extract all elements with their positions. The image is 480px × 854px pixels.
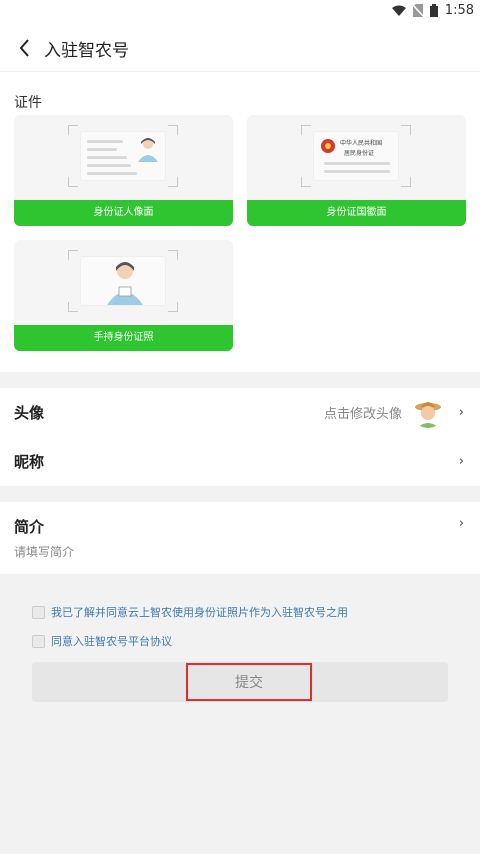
chevron-left-icon[interactable]: [14, 34, 38, 62]
id-front-card[interactable]: 身份证人像面: [14, 115, 233, 226]
id-front-illustration: [80, 131, 166, 181]
avatar-row-hint: 点击修改头像: [323, 407, 402, 422]
person-portrait-icon: [138, 138, 158, 162]
status-bar: 1:58: [0, 0, 480, 24]
id-back-illustration: 中华人民共和国 居民身份证: [313, 131, 399, 181]
battery-icon: [429, 4, 438, 17]
emblem-text-country: 中华人民共和国: [340, 140, 383, 147]
person-holding-id-icon: [107, 262, 143, 305]
id-front-label: 身份证人像面: [14, 200, 233, 226]
handheld-illustration: [80, 256, 166, 306]
submit-bar: 提交: [32, 662, 448, 702]
chevron-right-icon: ›: [458, 454, 464, 469]
section-divider: [0, 486, 480, 502]
chevron-right-icon: ›: [458, 516, 464, 531]
section-title: 证件: [14, 95, 42, 111]
chevron-right-icon: ›: [458, 405, 464, 420]
farmer-avatar-icon: [412, 396, 444, 428]
app-bar: 入驻智农号: [0, 24, 480, 72]
certificate-section: 证件 身份证人像面 中华人民共和国 居民身份证 身份证国徽面 手持身份证照: [0, 72, 480, 372]
handheld-id-label: 手持身份证照: [14, 325, 233, 351]
status-time: 1:58: [444, 3, 474, 18]
platform-agreement-link[interactable]: 同意入驻智农号平台协议: [51, 633, 172, 649]
agreement-item[interactable]: 同意入驻智农号平台协议: [32, 633, 172, 649]
submit-button[interactable]: 提交: [186, 663, 312, 701]
agreement-text: 我已了解并同意云上智农使用身份证照片作为入驻智农号之用: [51, 606, 348, 619]
avatar-row-label: 头像: [14, 404, 45, 422]
profile-section: 头像 点击修改头像 › 昵称 ›: [0, 388, 480, 486]
emblem-text-card: 居民身份证: [344, 150, 375, 157]
agreement-checkbox[interactable]: [32, 605, 45, 619]
avatar-row[interactable]: 头像 点击修改头像 ›: [0, 388, 480, 437]
card-frame: 中华人民共和国 居民身份证: [301, 125, 411, 187]
national-emblem-icon: [321, 139, 335, 153]
platform-agreement-checkbox[interactable]: [32, 634, 45, 648]
page-title: 入驻智农号: [44, 41, 129, 61]
status-icons: 1:58: [391, 3, 474, 18]
no-sim-icon: [412, 4, 423, 17]
id-back-label: 身份证国徽面: [247, 200, 466, 226]
id-back-card[interactable]: 中华人民共和国 居民身份证 身份证国徽面: [247, 115, 466, 226]
intro-placeholder: 请填写简介: [14, 545, 75, 559]
intro-row[interactable]: 简介 › 请填写简介: [0, 502, 480, 574]
wifi-icon: [391, 5, 406, 16]
card-frame: [68, 125, 178, 187]
card-frame: [68, 250, 178, 312]
nickname-row[interactable]: 昵称 ›: [0, 437, 480, 486]
agreement-section: 我已了解并同意云上智农使用身份证照片作为入驻智农号之用 同意入驻智农号平台协议 …: [0, 574, 480, 854]
avatar[interactable]: [412, 396, 444, 428]
section-divider: [0, 372, 480, 388]
handheld-id-card[interactable]: 手持身份证照: [14, 240, 233, 351]
agreement-item[interactable]: 我已了解并同意云上智农使用身份证照片作为入驻智农号之用: [32, 604, 348, 620]
intro-label: 简介: [14, 518, 45, 536]
nickname-row-label: 昵称: [14, 453, 45, 471]
